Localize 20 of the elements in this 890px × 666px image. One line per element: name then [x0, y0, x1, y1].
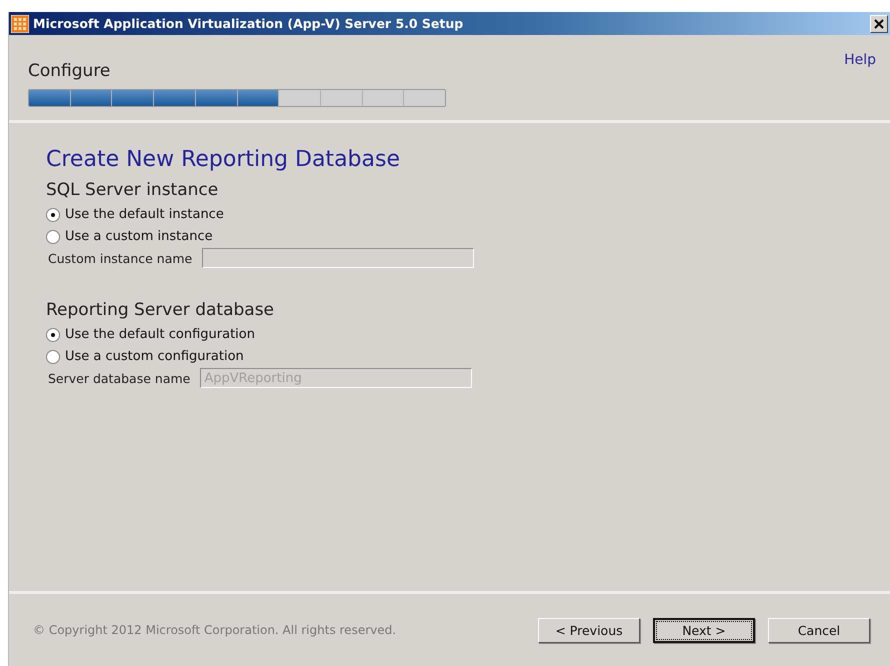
section-heading: SQL Server instance	[46, 180, 218, 200]
close-icon	[874, 18, 884, 28]
close-button[interactable]	[870, 14, 888, 32]
radio-option[interactable]: Use the default instance	[46, 207, 224, 222]
radio-option[interactable]: Use the default configuration	[46, 327, 255, 342]
section-heading: Reporting Server database	[46, 300, 274, 320]
window-title: Microsoft Application Virtualization (App-V) Server 5.0 Setup	[33, 16, 464, 31]
wizard-button[interactable]: Next >	[653, 618, 755, 642]
page-title: Create New Reporting Database	[46, 147, 400, 172]
step-title: Configure	[28, 61, 110, 81]
copyright-text: © Copyright 2012 Microsoft Corporation. All rights reserved.	[33, 623, 396, 637]
help-link[interactable]: Help	[844, 52, 876, 68]
field-label: Server database name	[48, 370, 190, 386]
wizard-button[interactable]: < Previous	[538, 618, 640, 642]
radio-option[interactable]: Use a custom instance	[46, 229, 213, 244]
app-icon	[11, 14, 29, 32]
input-field[interactable]	[202, 248, 474, 268]
radio-option[interactable]: Use a custom configuration	[46, 349, 244, 364]
wizard-button[interactable]: Cancel	[768, 618, 870, 642]
field-label: Custom instance name	[48, 250, 192, 266]
